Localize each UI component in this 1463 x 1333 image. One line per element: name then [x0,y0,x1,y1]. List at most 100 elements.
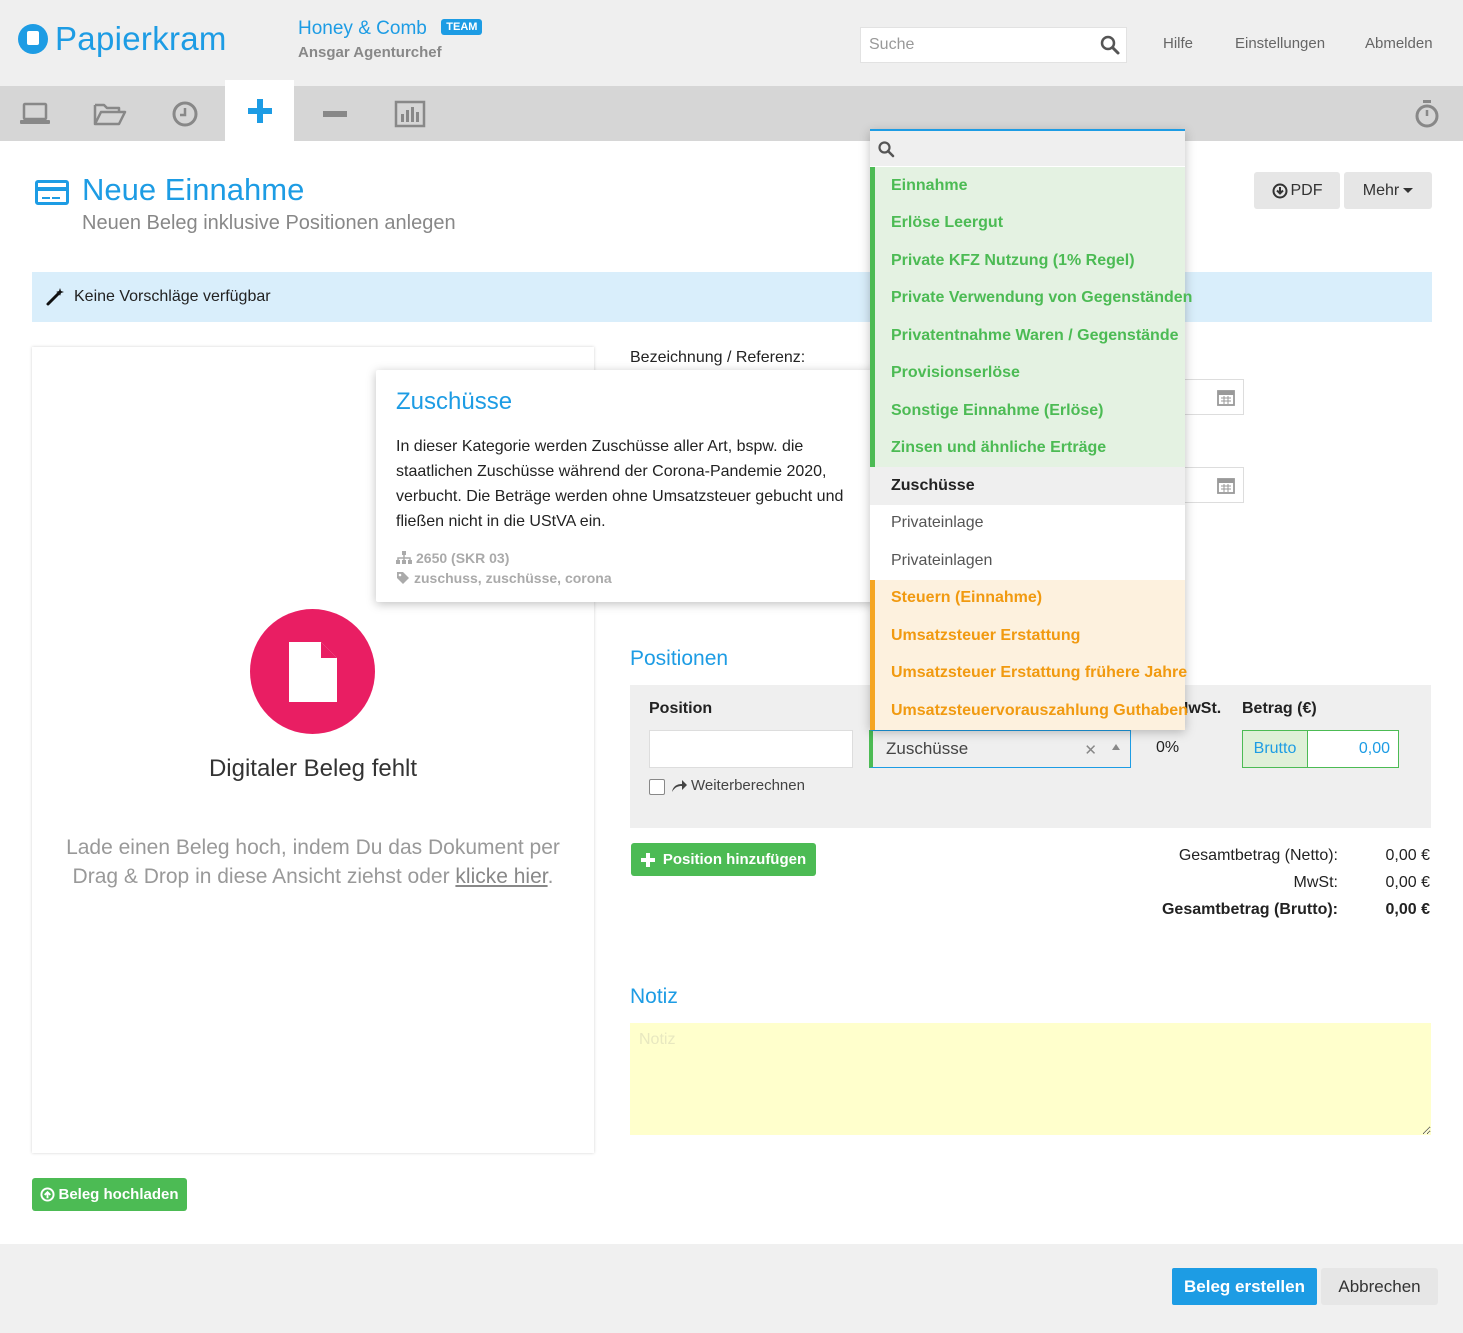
category-option[interactable]: Umsatzsteuer Erstattung [870,617,1185,655]
company-name[interactable]: Honey & Comb [298,18,427,39]
category-dropdown: Einnahme Erlöse Leergut Private KFZ Nutzun… [870,129,1192,730]
toolbar-documents[interactable] [75,86,144,141]
suggestion-bar: Keine Vorschläge verfügbar [32,272,1432,322]
category-option[interactable]: Privatentnahme Waren / Gegenstände [870,317,1185,355]
app-logo[interactable]: Papierkram [18,20,227,58]
cancel-button[interactable]: Abbrechen [1321,1268,1438,1305]
category-option[interactable]: Einnahme [870,167,1185,205]
page-subtitle: Neuen Beleg inklusive Positionen anlegen [82,212,456,234]
recalculate-text: Weiterberechnen [691,777,805,794]
category-option[interactable]: Erlöse Leergut [870,204,1185,242]
top-header: Papierkram Honey & Comb TEAM Ansgar Agen… [0,0,1463,86]
gross-total-label: Gesamtbetrag (Brutto): [1161,901,1338,918]
positions-title: Positionen [630,647,729,670]
category-option[interactable]: Sonstige Einnahme (Erlöse) [870,392,1185,430]
brutto-toggle[interactable]: Brutto [1243,731,1308,767]
toolbar-dashboard[interactable] [0,86,69,141]
search-icon [878,141,895,158]
minus-icon [322,110,347,117]
caret-up-icon [1112,744,1120,750]
logo-text: Papierkram [55,20,227,57]
team-badge: TEAM [441,19,483,35]
document-icon [288,641,337,702]
category-option[interactable]: Zuschüsse [870,467,1185,505]
user-name: Ansgar Agenturchef [298,44,442,61]
category-option[interactable]: Privateinlage [870,505,1185,543]
category-option[interactable]: Steuern (Einnahme) [870,579,1185,617]
dropdown-options: Einnahme Erlöse Leergut Private KFZ Nutzun… [870,167,1192,730]
upload-hint: Lade einen Beleg hoch, indem Du das Doku… [62,833,564,891]
sitemap-icon [396,551,412,564]
recalculate-checkbox[interactable] [649,779,665,795]
pdf-button[interactable]: PDF [1254,172,1340,209]
more-dropdown-button[interactable]: Mehr [1344,172,1432,209]
vat-total-label: MwSt: [1293,874,1338,891]
more-button-label: Mehr [1362,181,1400,199]
missing-receipt-title: Digitaler Beleg fehlt [208,755,418,782]
recalculate-label: Weiterberechnen [671,777,805,794]
download-circle-icon [1272,183,1287,198]
plus-icon [640,852,655,867]
category-option[interactable]: Umsatzsteuervorauszahlung Guthaben [870,692,1188,730]
category-option[interactable]: Zinsen und ähnliche Erträge [870,429,1185,467]
gross-total-value: 0,00 € [1385,901,1430,918]
click-here-link[interactable]: klicke hier [455,865,547,888]
toolbar-reports[interactable] [375,86,444,141]
mwst-value[interactable]: 0% [1156,739,1179,757]
pdf-button-label: PDF [1290,181,1323,199]
popover-description: In dieser Kategorie werden Zuschüsse all… [396,438,844,530]
dropdown-search[interactable] [870,129,1185,166]
category-option[interactable]: Private KFZ Nutzung (1% Regel) [870,242,1185,280]
vat-total-value: 0,00 € [1385,874,1430,891]
note-textarea[interactable] [630,1023,1431,1135]
clock-icon [172,101,197,126]
category-select[interactable]: Zuschüsse ✕ [869,730,1131,768]
global-search [860,27,1127,63]
main-toolbar [0,80,1463,141]
papierkram-logo-icon [18,24,48,54]
company-switcher[interactable]: Honey & Comb TEAM Ansgar Agenturchef [298,18,483,61]
category-select-value: Zuschüsse [886,739,969,758]
caret-down-icon [1403,188,1414,193]
col-betrag-header: Betrag (€) [1242,700,1317,717]
category-option[interactable]: Private Verwendung von Gegenständen [870,279,1192,317]
popover-title: Zuschüsse [396,388,513,415]
logout-link[interactable]: Abmelden [1365,35,1433,52]
position-name-input[interactable] [649,730,853,768]
clear-icon[interactable]: ✕ [1084,741,1097,759]
upload-receipt-button[interactable]: Beleg hochladen [32,1178,187,1211]
share-arrow-icon [672,779,687,792]
category-option[interactable]: Provisionserlöse [870,354,1185,392]
footer-bar: Beleg erstellen Abbrechen [0,1244,1463,1333]
toolbar-new-expense[interactable] [300,86,369,141]
search-icon[interactable] [1098,33,1122,57]
upload-circle-icon [40,1187,56,1202]
calendar-icon [1217,390,1235,406]
amount-input[interactable]: 0,00 [1308,731,1398,767]
upload-button-label: Beleg hochladen [58,1186,179,1203]
popover-account: 2650 (SKR 03) [396,550,509,566]
settings-link[interactable]: Einstellungen [1235,35,1325,52]
credit-card-icon [35,180,69,205]
search-input[interactable] [861,28,1091,62]
help-link[interactable]: Hilfe [1163,35,1193,52]
note-title: Notiz [630,985,678,1008]
toolbar-new-income[interactable] [225,80,294,141]
add-position-label: Position hinzufügen [662,851,807,868]
toolbar-stopwatch[interactable] [1392,86,1461,141]
plus-icon [247,98,272,123]
amount-input-group: Brutto 0,00 [1242,730,1399,768]
category-option[interactable]: Umsatzsteuer Erstattung frühere Jahre [870,654,1187,692]
popover-tags-text: zuschuss, zuschüsse, corona [414,570,612,586]
page-title: Neue Einnahme [82,172,305,207]
folder-open-icon [93,103,126,125]
suggestion-text: Keine Vorschläge verfügbar [74,288,271,305]
add-position-button[interactable]: Position hinzufügen [631,843,816,876]
create-receipt-button[interactable]: Beleg erstellen [1172,1268,1317,1305]
category-option[interactable]: Privateinlagen [870,542,1185,580]
popover-account-text: 2650 (SKR 03) [416,550,510,566]
net-total-value: 0,00 € [1385,847,1430,864]
toolbar-time-tracking[interactable] [150,86,219,141]
net-total-label: Gesamtbetrag (Netto): [1178,847,1338,864]
laptop-icon [19,102,50,124]
